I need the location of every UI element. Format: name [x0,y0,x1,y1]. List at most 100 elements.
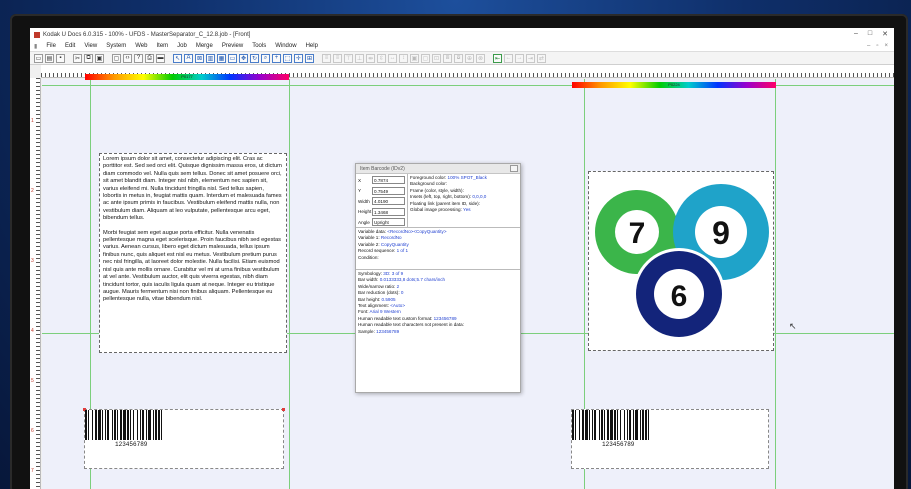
mdi-restore-icon[interactable]: ▫ [876,43,878,49]
font-value[interactable]: Arial 9 Western [370,309,401,314]
symbology-value[interactable]: 3D: 3 of 9 [383,271,403,276]
rec-seq-value[interactable]: 1 of 1 [397,248,409,253]
menu-job[interactable]: Job [177,43,187,49]
layout-canvas[interactable]: P0177 P0224 Lorem ipsum dolor sit amet, … [42,74,894,489]
bring-front-icon[interactable]: ⧈ [443,53,452,63]
page-last-icon[interactable]: ⇥ [526,53,535,63]
text-tool-icon[interactable]: A [184,53,193,63]
menu-edit[interactable]: Edit [65,43,75,49]
text-align-value[interactable]: <Auto> [390,303,405,308]
page-next-icon[interactable]: → [515,53,524,63]
group-icon[interactable]: ▣ [410,53,419,63]
width-input[interactable]: 4.0190 [372,197,405,206]
barcode-field-left[interactable]: 123456789 [83,408,285,469]
menu-web[interactable]: Web [135,43,147,49]
new-icon[interactable]: ▭ [34,53,43,63]
var-data-value[interactable]: <RecordNo><CopyQuantity> [387,229,446,234]
frame-label[interactable]: Frame (color, style, width): [410,188,464,193]
preview-icon[interactable]: ▢ [112,53,121,63]
hr-missing-label[interactable]: Human readable text characters not prese… [358,322,464,327]
ruler-number: 1 [31,118,34,124]
pointer-icon[interactable]: ↖ [173,53,182,63]
dialog-close-button[interactable] [510,165,518,172]
x-input[interactable]: 0.7874 [372,176,405,185]
item-barcode-dialog[interactable]: Item Barcode (IDv2) X 0.7874 Y 0.7549 Widt… [355,163,521,393]
font-label: Font: [358,309,369,315]
align-top-icon[interactable]: ⊤ [344,53,353,63]
bar-height-value[interactable]: 0.5905 [382,297,396,302]
barcode-tool-icon[interactable]: ▥ [206,53,215,63]
mdi-close-icon[interactable]: × [884,43,888,49]
ungroup-icon[interactable]: ▢ [421,53,430,63]
select-area-icon[interactable]: ⬚ [283,53,292,63]
menu-preview[interactable]: Preview [222,43,243,49]
rotate-icon[interactable]: ↻ [250,53,259,63]
menu-window[interactable]: Window [275,43,296,49]
menu-item[interactable]: Item [156,43,168,49]
floating-link-label[interactable]: Floating link (parent item ID, side): [410,201,480,206]
lock-icon[interactable]: ⊡ [432,53,441,63]
page-flip-icon[interactable]: ⇄ [537,53,546,63]
align-bottom-icon[interactable]: ⊥ [355,53,364,63]
guides-icon[interactable]: ⊗ [476,53,485,63]
align-left-icon[interactable]: ≡ [322,53,331,63]
var2-value[interactable]: CopyQuantity [381,242,409,247]
frame-tool-icon[interactable]: ▭ [228,53,237,63]
minimize-icon[interactable]: – [854,30,858,38]
text-block[interactable]: Lorem ipsum dolor sit amet, consectetur … [99,153,287,353]
bar-width-value[interactable]: 0.0133333,8 dots;5.7 chars/inch [380,277,445,282]
menu-system[interactable]: System [106,43,126,49]
align-right-icon[interactable]: ≡ [333,53,342,63]
zoom-icon[interactable]: ⌕ [261,53,270,63]
gip-value[interactable]: Yes [463,207,471,212]
mdi-minimize-icon[interactable]: – [867,43,870,49]
wide-narrow-value[interactable]: 2 [397,284,400,289]
help-icon[interactable]: ? [134,53,143,63]
cut-icon[interactable]: ✂ [73,53,82,63]
same-width-icon[interactable]: ↔ [388,53,397,63]
table-tool-icon[interactable]: ▦ [217,53,226,63]
image-tool-icon[interactable]: ⊠ [195,53,204,63]
close-icon[interactable]: ✕ [882,30,888,38]
move-icon[interactable]: ✥ [239,53,248,63]
save-icon[interactable]: ▪ [56,53,65,63]
send-back-icon[interactable]: ⧇ [454,53,463,63]
menu-file[interactable]: File [46,43,56,49]
y-input[interactable]: 0.7549 [372,186,405,195]
height-input[interactable]: 1.3468 [372,207,405,216]
menu-tools[interactable]: Tools [252,43,266,49]
distribute-h-icon[interactable]: ⇹ [366,53,375,63]
grid-icon[interactable]: ⊞ [305,53,314,63]
bar-reduction-value[interactable]: 0 [401,290,404,295]
sample-value: 123456789 [376,328,400,334]
crosshair-icon[interactable]: + [272,53,281,63]
angle-select[interactable]: Upright [372,218,405,227]
page-prev-icon[interactable]: ← [504,53,513,63]
same-height-icon[interactable]: ↕ [399,53,408,63]
var1-value[interactable]: RecordNo [381,235,402,240]
open-icon[interactable]: ▤ [45,53,54,63]
print-icon[interactable]: ⎙ [145,53,154,63]
bg-color-label[interactable]: Background color: [410,181,447,186]
ball-number-9: 9 [712,215,730,251]
barcode-text-right: 123456789 [602,441,635,448]
vertical-ruler[interactable]: 1 2 3 4 5 6 7 [30,78,41,489]
hr-format-value[interactable]: 123456789 [434,316,457,321]
fg-color-value[interactable]: 100% SPOT_Black [448,175,487,180]
condition-label[interactable]: Condition: [358,255,379,260]
align-center-icon[interactable]: ✛ [294,53,303,63]
maximize-icon[interactable]: □ [868,30,872,38]
code-icon[interactable]: ‹› [123,53,132,63]
image-field[interactable]: 7 9 6 [588,171,774,351]
ruler-icon[interactable]: ▬ [156,53,165,63]
menu-help[interactable]: Help [306,43,318,49]
page-first-icon[interactable]: ⇤ [493,53,502,63]
insets-value[interactable]: 0,0,0,0 [472,194,486,199]
barcode-field-right[interactable]: 123456789 [571,409,769,469]
copy-icon[interactable]: ⧉ [84,53,93,63]
paste-icon[interactable]: ▣ [95,53,104,63]
snap-icon[interactable]: ⊕ [465,53,474,63]
menu-merge[interactable]: Merge [196,43,213,49]
distribute-v-icon[interactable]: ⇳ [377,53,386,63]
menu-view[interactable]: View [84,43,97,49]
